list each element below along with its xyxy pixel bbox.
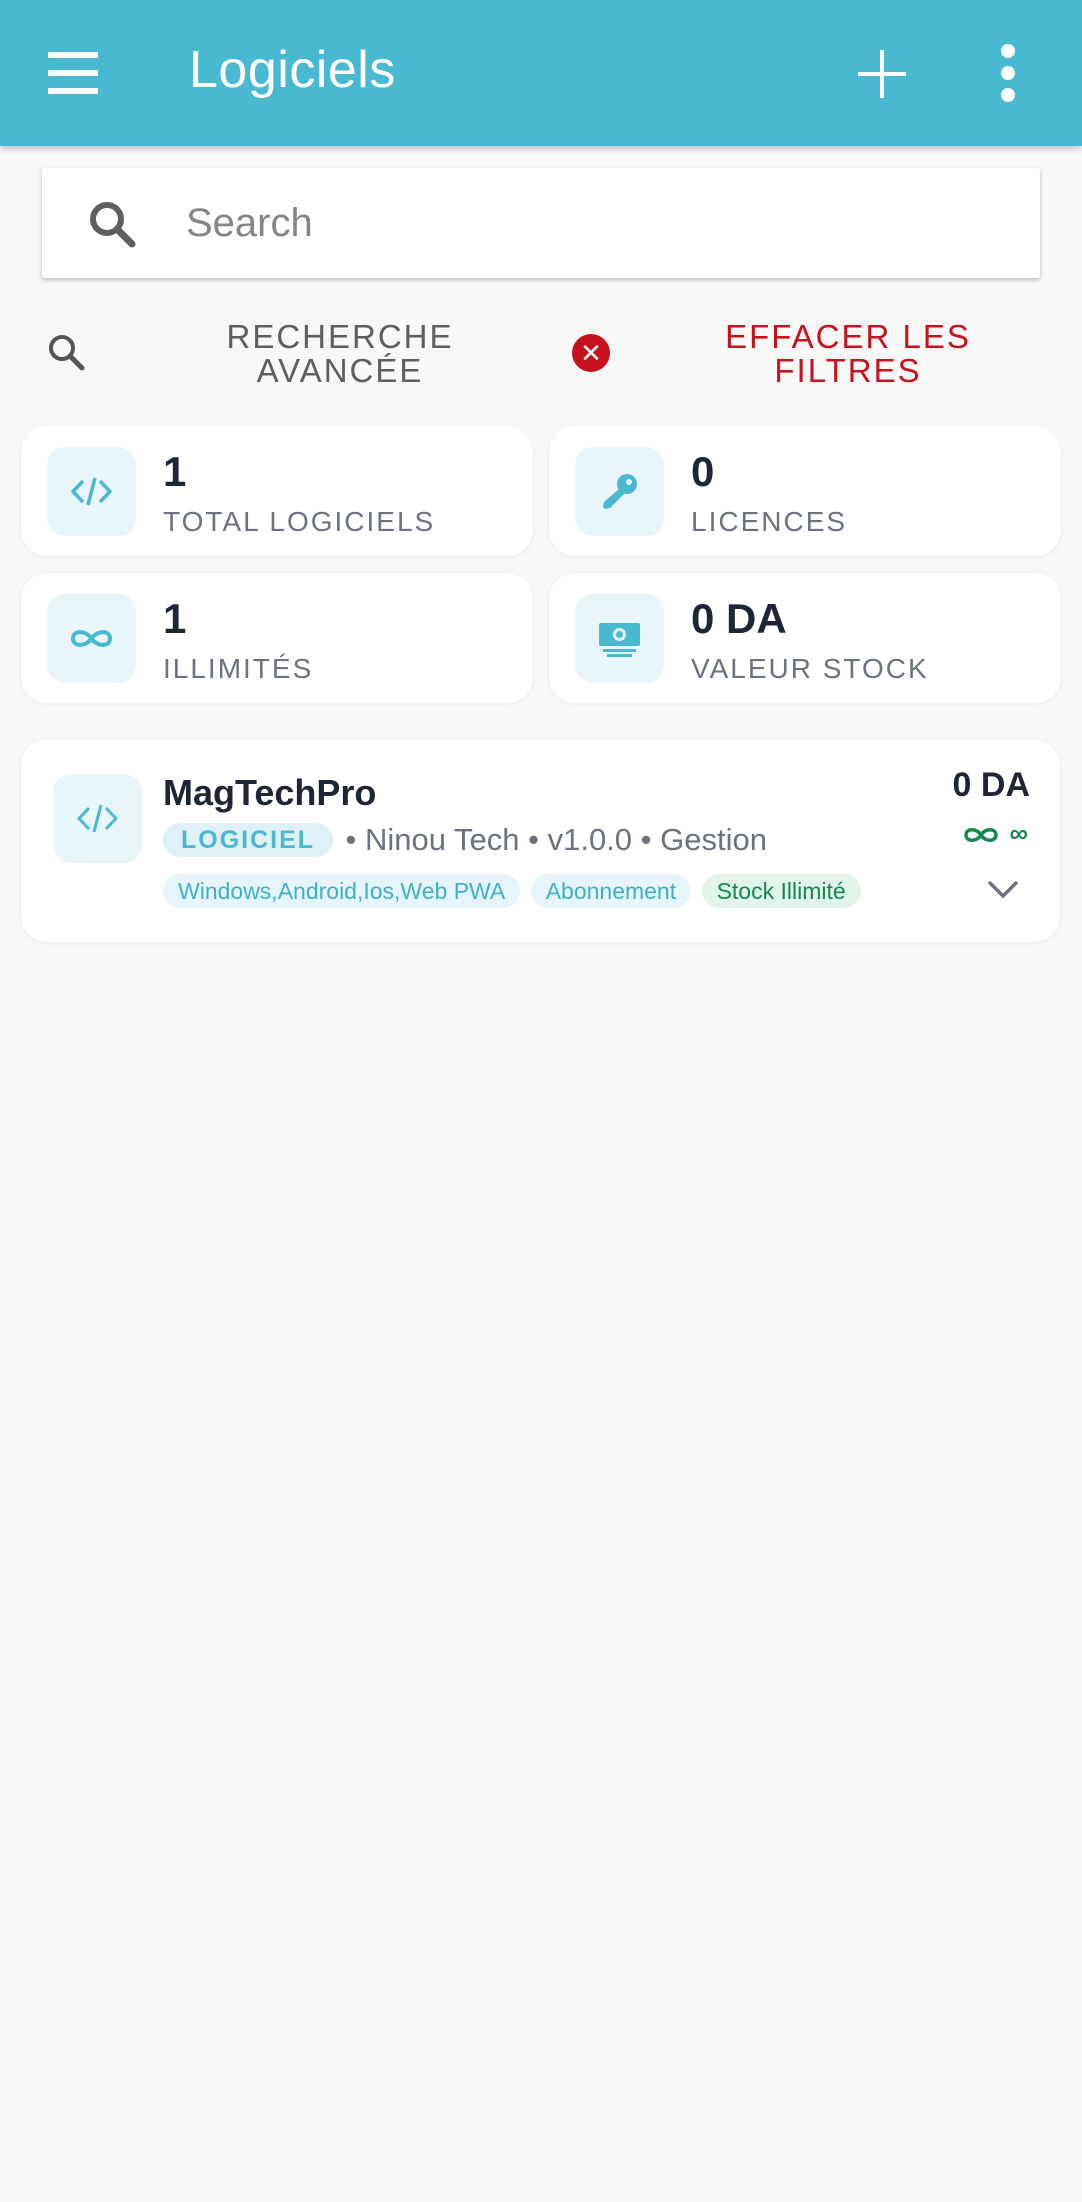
infinity-icon bbox=[964, 828, 999, 843]
code-icon bbox=[53, 774, 142, 863]
stock-indicator: ∞ bbox=[963, 818, 1028, 849]
key-icon bbox=[575, 447, 664, 536]
software-meta: • Ninou Tech • v1.0.0 • Gestion bbox=[345, 822, 767, 857]
stat-card-unlimited: 1 ILLIMITÉS bbox=[21, 573, 533, 703]
stat-value: 0 bbox=[691, 448, 715, 495]
software-list-item[interactable]: MagTechPro LOGICIEL • Ninou Tech • v1.0.… bbox=[21, 740, 1060, 942]
platform-tag: Windows,Android,Ios,Web PWA bbox=[163, 874, 521, 908]
stat-card-licences: 0 LICENCES bbox=[549, 426, 1061, 556]
code-icon bbox=[47, 447, 136, 536]
software-name: MagTechPro bbox=[163, 772, 377, 813]
stat-value: 1 bbox=[163, 448, 187, 495]
software-meta-row: LOGICIEL • Ninou Tech • v1.0.0 • Gestion bbox=[163, 822, 767, 858]
search-input[interactable] bbox=[186, 190, 1006, 256]
search-bar bbox=[42, 168, 1040, 278]
advanced-search-label: RECHERCHE AVANCÉE bbox=[226, 318, 454, 389]
stat-label: ILLIMITÉS bbox=[163, 653, 314, 684]
app-bar: Logiciels bbox=[0, 0, 1082, 146]
software-price: 0 DA bbox=[952, 766, 1030, 804]
search-icon bbox=[90, 202, 136, 248]
search-icon bbox=[49, 335, 85, 371]
clear-filters-label: EFFACER LES FILTRES bbox=[725, 318, 971, 389]
stat-card-stock-value: 0 DA VALEUR STOCK bbox=[549, 573, 1061, 703]
chevron-down-icon[interactable] bbox=[986, 878, 1020, 900]
page-title: Logiciels bbox=[189, 41, 396, 99]
stat-label: LICENCES bbox=[691, 506, 848, 537]
money-icon bbox=[575, 594, 664, 683]
plus-icon[interactable] bbox=[858, 50, 906, 98]
infinity-icon bbox=[47, 594, 136, 683]
stock-tag: Stock Illimité bbox=[701, 874, 861, 908]
stat-label: TOTAL LOGICIELS bbox=[163, 506, 436, 537]
type-badge: LOGICIEL bbox=[163, 823, 334, 857]
stock-value: ∞ bbox=[1009, 818, 1028, 848]
stat-label: VALEUR STOCK bbox=[691, 653, 929, 684]
hamburger-menu-icon[interactable] bbox=[48, 52, 100, 94]
stat-value: 1 bbox=[163, 595, 187, 642]
stat-value: 0 DA bbox=[691, 595, 787, 642]
stat-card-total: 1 TOTAL LOGICIELS bbox=[21, 426, 533, 556]
filter-actions: RECHERCHE AVANCÉE ✕ EFFACER LES FILTRES bbox=[0, 312, 1082, 392]
more-vert-icon[interactable] bbox=[994, 44, 1022, 102]
close-circle-icon: ✕ bbox=[572, 334, 610, 372]
advanced-search-button[interactable]: RECHERCHE AVANCÉE bbox=[40, 312, 500, 392]
license-type-tag: Abonnement bbox=[530, 874, 692, 908]
clear-filters-button[interactable]: ✕ EFFACER LES FILTRES bbox=[568, 312, 1068, 392]
tag-list: Windows,Android,Ios,Web PWA Abonnement S… bbox=[163, 874, 867, 908]
